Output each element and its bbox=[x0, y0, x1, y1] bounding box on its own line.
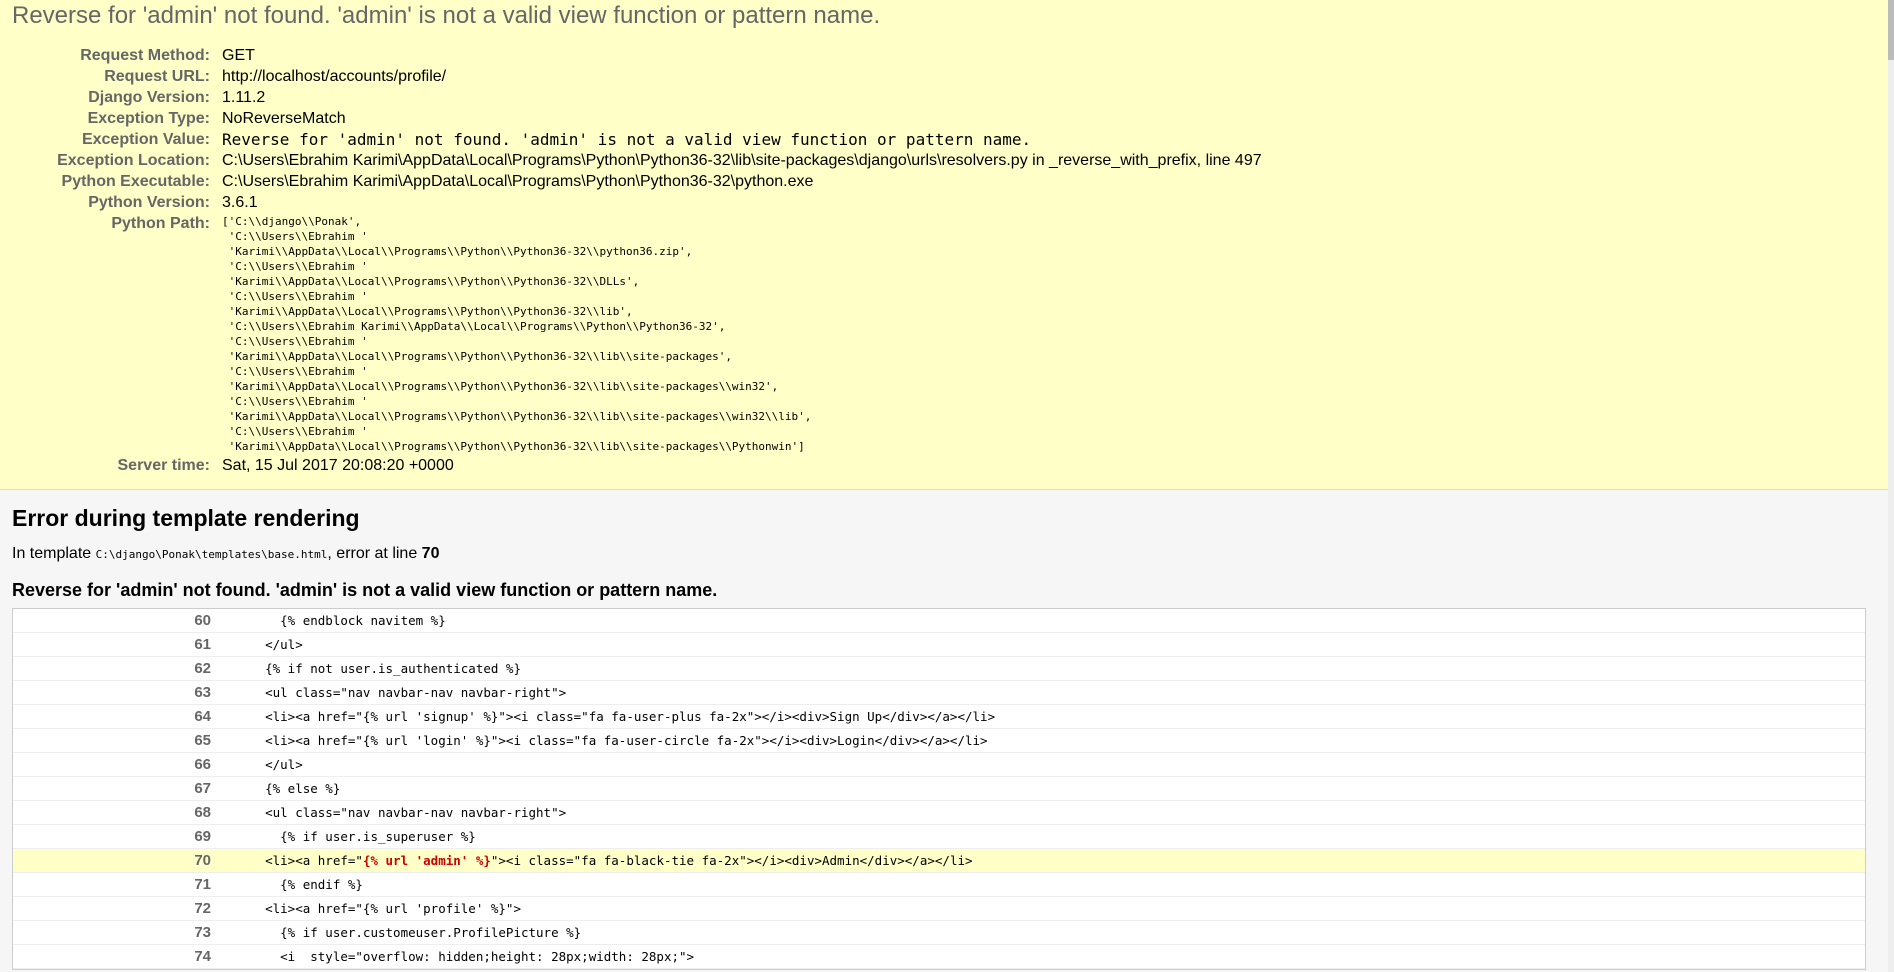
meta-label: Python Executable: bbox=[61, 173, 210, 190]
python-path-list: ['C:\\django\\Ponak', 'C:\\Users\\Ebrahi… bbox=[222, 215, 812, 453]
meta-label: Exception Value: bbox=[81, 131, 210, 148]
line-code: <li><a href="{% url 'login' %}"><i class… bbox=[235, 733, 988, 748]
line-code: <i style="overflow: hidden;height: 28px;… bbox=[235, 949, 695, 964]
meta-row-python-executable: Python Executable: C:\Users\Ebrahim Kari… bbox=[12, 170, 1262, 191]
meta-label: Request URL: bbox=[104, 68, 210, 85]
source-line: 62 {% if not user.is_authenticated %} bbox=[13, 657, 1865, 681]
error-line-number: 70 bbox=[421, 545, 440, 562]
line-code: <li><a href="{% url 'admin' %}"><i class… bbox=[223, 849, 973, 872]
source-line: 64 <li><a href="{% url 'signup' %}"><i c… bbox=[13, 705, 1865, 729]
source-line: 72 <li><a href="{% url 'profile' %}"> bbox=[13, 897, 1865, 921]
line-code: {% else %} bbox=[235, 781, 341, 796]
line-number: 60 bbox=[194, 612, 211, 629]
meta-row-exception-type: Exception Type: NoReverseMatch bbox=[12, 107, 1262, 128]
meta-value: 1.11.2 bbox=[222, 89, 266, 106]
info-prefix: In template bbox=[12, 545, 96, 562]
line-code: </ul> bbox=[235, 757, 303, 772]
summary-panel: Reverse for 'admin' not found. 'admin' i… bbox=[0, 0, 1890, 490]
meta-label: Exception Type: bbox=[87, 110, 210, 127]
code-before-error: <li><a href=" bbox=[235, 853, 363, 868]
source-line: 61 </ul> bbox=[13, 633, 1865, 657]
meta-value: Reverse for 'admin' not found. 'admin' i… bbox=[222, 130, 1032, 149]
source-line: 74 <i style="overflow: hidden;height: 28… bbox=[13, 945, 1865, 969]
line-code: {% if user.is_superuser %} bbox=[235, 829, 476, 844]
source-line: 71 {% endif %} bbox=[13, 873, 1865, 897]
line-code: {% endif %} bbox=[235, 877, 363, 892]
template-error-message: Reverse for 'admin' not found. 'admin' i… bbox=[12, 580, 718, 600]
line-number: 65 bbox=[194, 732, 211, 749]
line-number: 70 bbox=[194, 852, 211, 869]
meta-value: NoReverseMatch bbox=[222, 110, 346, 127]
line-number: 71 bbox=[194, 876, 211, 893]
error-title: Reverse for 'admin' not found. 'admin' i… bbox=[12, 2, 881, 29]
meta-value: 3.6.1 bbox=[222, 194, 258, 211]
line-number: 63 bbox=[194, 684, 211, 701]
meta-value: C:\Users\Ebrahim Karimi\AppData\Local\Pr… bbox=[222, 152, 1262, 169]
source-line: 65 <li><a href="{% url 'login' %}"><i cl… bbox=[13, 729, 1865, 753]
line-number: 62 bbox=[194, 660, 211, 677]
code-error-fragment: {% url 'admin' %} bbox=[362, 853, 491, 868]
line-number: 74 bbox=[194, 948, 211, 965]
meta-row-python-path: Python Path: ['C:\\django\\Ponak', 'C:\\… bbox=[12, 212, 1262, 454]
line-code: </ul> bbox=[235, 637, 303, 652]
line-number: 66 bbox=[194, 756, 211, 773]
line-code: {% if not user.is_authenticated %} bbox=[235, 661, 521, 676]
source-line: 60 {% endblock navitem %} bbox=[13, 609, 1865, 633]
meta-label: Server time: bbox=[117, 457, 211, 474]
template-path: C:\django\Ponak\templates\base.html bbox=[95, 548, 328, 561]
line-code: <li><a href="{% url 'signup' %}"><i clas… bbox=[235, 709, 996, 724]
source-line: 68 <ul class="nav navbar-nav navbar-righ… bbox=[13, 801, 1865, 825]
line-number: 68 bbox=[194, 804, 211, 821]
line-code: {% endblock navitem %} bbox=[235, 613, 446, 628]
source-line: 63 <ul class="nav navbar-nav navbar-righ… bbox=[13, 681, 1865, 705]
scrollbar-thumb[interactable] bbox=[1888, 0, 1894, 60]
template-error-section: Error during template rendering In templ… bbox=[0, 504, 1894, 970]
line-number: 61 bbox=[194, 636, 211, 653]
source-line: 69 {% if user.is_superuser %} bbox=[13, 825, 1865, 849]
meta-label: Django Version: bbox=[88, 89, 210, 106]
code-after-error: "><i class="fa fa-black-tie fa-2x"></i><… bbox=[490, 853, 973, 868]
meta-row-request-url: Request URL: http://localhost/accounts/p… bbox=[12, 65, 1262, 86]
source-line: 67 {% else %} bbox=[13, 777, 1865, 801]
meta-label: Exception Location: bbox=[57, 152, 210, 169]
meta-row-python-version: Python Version: 3.6.1 bbox=[12, 191, 1262, 212]
meta-label: Python Version: bbox=[88, 194, 210, 211]
line-number: 69 bbox=[194, 828, 211, 845]
meta-label: Request Method: bbox=[80, 47, 210, 64]
request-meta-table: Request Method: GET Request URL: http://… bbox=[12, 44, 1262, 475]
line-number: 64 bbox=[194, 708, 211, 725]
meta-value: ['C:\\django\\Ponak', 'C:\\Users\\Ebrahi… bbox=[222, 212, 1262, 454]
source-line: 66 </ul> bbox=[13, 753, 1865, 777]
line-code: <ul class="nav navbar-nav navbar-right"> bbox=[235, 685, 567, 700]
template-error-heading: Error during template rendering bbox=[12, 505, 360, 531]
vertical-scrollbar[interactable] bbox=[1888, 0, 1894, 972]
source-listing: 60 {% endblock navitem %} 61 </ul> 62 {% i… bbox=[12, 608, 1866, 970]
template-error-info: In template C:\django\Ponak\templates\ba… bbox=[12, 544, 1882, 565]
source-line: 73 {% if user.customeuser.ProfilePicture… bbox=[13, 921, 1865, 945]
meta-row-server-time: Server time: Sat, 15 Jul 2017 20:08:20 +… bbox=[12, 454, 1262, 475]
source-line-error: 70 <li><a href="{% url 'admin' %}"><i cl… bbox=[13, 849, 1865, 873]
meta-row-request-method: Request Method: GET bbox=[12, 44, 1262, 65]
meta-row-exception-location: Exception Location: C:\Users\Ebrahim Kar… bbox=[12, 149, 1262, 170]
meta-row-exception-value: Exception Value: Reverse for 'admin' not… bbox=[12, 128, 1262, 149]
line-number: 67 bbox=[194, 780, 211, 797]
line-code: {% if user.customeuser.ProfilePicture %} bbox=[235, 925, 582, 940]
line-number: 72 bbox=[194, 900, 211, 917]
meta-label: Python Path: bbox=[111, 215, 210, 232]
meta-row-django-version: Django Version: 1.11.2 bbox=[12, 86, 1262, 107]
meta-value: C:\Users\Ebrahim Karimi\AppData\Local\Pr… bbox=[222, 173, 814, 190]
meta-value: GET bbox=[222, 47, 255, 64]
meta-value: Sat, 15 Jul 2017 20:08:20 +0000 bbox=[222, 457, 454, 474]
line-code: <li><a href="{% url 'profile' %}"> bbox=[235, 901, 521, 916]
line-code: <ul class="nav navbar-nav navbar-right"> bbox=[235, 805, 567, 820]
info-middle: , error at line bbox=[327, 545, 422, 562]
meta-value: http://localhost/accounts/profile/ bbox=[222, 68, 447, 85]
line-number: 73 bbox=[194, 924, 211, 941]
